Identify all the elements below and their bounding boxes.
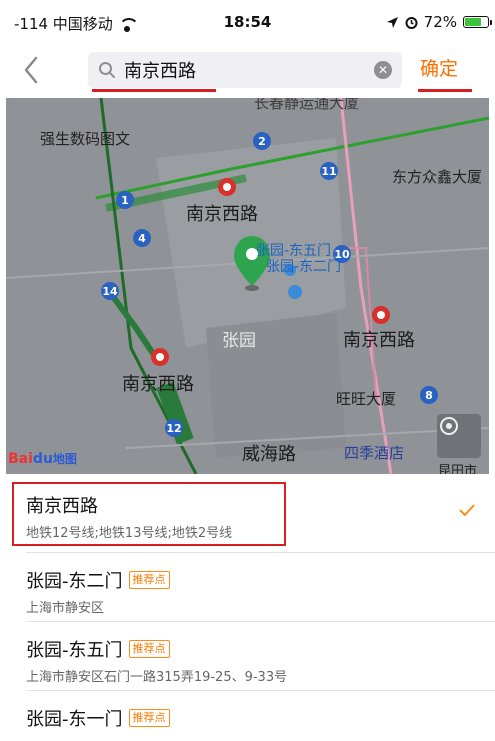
map-label-station-2: 南京西路 bbox=[343, 330, 415, 351]
map-label-station-1: 南京西路 bbox=[186, 204, 258, 225]
result-title: 张园-东一门 bbox=[26, 709, 123, 730]
logo-text-b: du bbox=[32, 451, 53, 467]
back-button[interactable] bbox=[18, 52, 46, 88]
recommend-tag: 推荐点 bbox=[128, 571, 170, 589]
map-label-top-building: 长春静运通大厦 bbox=[254, 98, 360, 112]
badge-line-1: 1 bbox=[121, 194, 129, 207]
result-item-east-2[interactable]: 张园-东二门 推荐点 上海市静安区 bbox=[0, 553, 495, 621]
chevron-left-icon bbox=[24, 56, 38, 84]
status-bar: -114 中国移动 18:54 72% bbox=[0, 0, 495, 42]
alarm-icon bbox=[405, 16, 418, 29]
locate-icon bbox=[440, 417, 458, 435]
map-label-marker-b: 张园-东二门 bbox=[266, 259, 342, 275]
battery-level bbox=[465, 18, 481, 26]
check-icon bbox=[459, 504, 475, 516]
search-box[interactable]: ✕ bbox=[88, 52, 402, 88]
badge-line-11: 11 bbox=[321, 165, 336, 178]
result-subtitle: 地铁12号线;地铁13号线;地铁2号线 bbox=[26, 526, 233, 541]
location-arrow-icon bbox=[386, 16, 398, 28]
badge-line-14: 14 bbox=[102, 285, 118, 298]
map-label-wangwang: 旺旺大厦 bbox=[336, 390, 397, 408]
result-item-east-5[interactable]: 张园-东五门 推荐点 上海市静安区石门一路315弄19-25、9-33号 bbox=[0, 622, 495, 690]
result-subtitle: 上海市静安区石门一路315弄19-25、9-33号 bbox=[26, 670, 288, 685]
map-label-zhangyuan: 张园 bbox=[222, 331, 256, 351]
result-item-east-1[interactable]: 张园-东一门 推荐点 bbox=[0, 691, 495, 741]
results-list: 南京西路 地铁12号线;地铁13号线;地铁2号线 张园-东二门 推荐点 上海市静… bbox=[0, 474, 495, 741]
confirm-annotation-underline bbox=[418, 89, 472, 92]
map-label-right-edge: 昆田市 bbox=[438, 464, 478, 474]
battery-icon bbox=[463, 16, 492, 28]
recommend-tag: 推荐点 bbox=[128, 640, 170, 658]
baidu-logo: Baidu地图 bbox=[8, 450, 77, 467]
locate-button[interactable] bbox=[437, 414, 481, 458]
badge-line-2: 2 bbox=[258, 135, 266, 148]
confirm-button[interactable]: 确定 bbox=[420, 54, 458, 81]
result-subtitle: 上海市静安区 bbox=[26, 601, 105, 616]
map-label-east-plaza: 东方众鑫大厦 bbox=[392, 168, 483, 186]
map-view[interactable]: 2 11 1 4 10 14 8 12 长春静运通大厦 强生数码图文 东方众鑫大… bbox=[6, 98, 489, 474]
battery-percent: 72% bbox=[423, 13, 457, 31]
logo-text-c: 地图 bbox=[52, 452, 77, 466]
result-title: 南京西路 bbox=[26, 496, 98, 517]
search-icon bbox=[99, 62, 115, 78]
map-label-weihai: 威海路 bbox=[242, 444, 296, 465]
logo-text-a: Bai bbox=[8, 451, 33, 467]
badge-line-12: 12 bbox=[166, 422, 181, 435]
status-right: 72% bbox=[386, 13, 492, 31]
clear-icon[interactable]: ✕ bbox=[374, 61, 392, 79]
search-header: ✕ 确定 bbox=[0, 44, 495, 98]
badge-line-4: 4 bbox=[138, 232, 146, 245]
search-input[interactable] bbox=[124, 59, 354, 81]
result-title: 张园-东五门 bbox=[26, 640, 123, 661]
search-annotation-underline bbox=[92, 89, 216, 92]
map-label-station-3: 南京西路 bbox=[122, 374, 194, 395]
result-item-nanjing-west[interactable]: 南京西路 地铁12号线;地铁13号线;地铁2号线 bbox=[0, 474, 495, 552]
map-label-qiangsheng: 强生数码图文 bbox=[40, 130, 131, 148]
map-label-four-seasons: 四季酒店 bbox=[344, 444, 405, 462]
recommend-tag: 推荐点 bbox=[128, 709, 170, 727]
result-title: 张园-东二门 bbox=[26, 571, 123, 592]
badge-line-8: 8 bbox=[425, 389, 433, 402]
metro-line-badges: 2 11 1 4 10 14 8 12 bbox=[101, 132, 438, 437]
